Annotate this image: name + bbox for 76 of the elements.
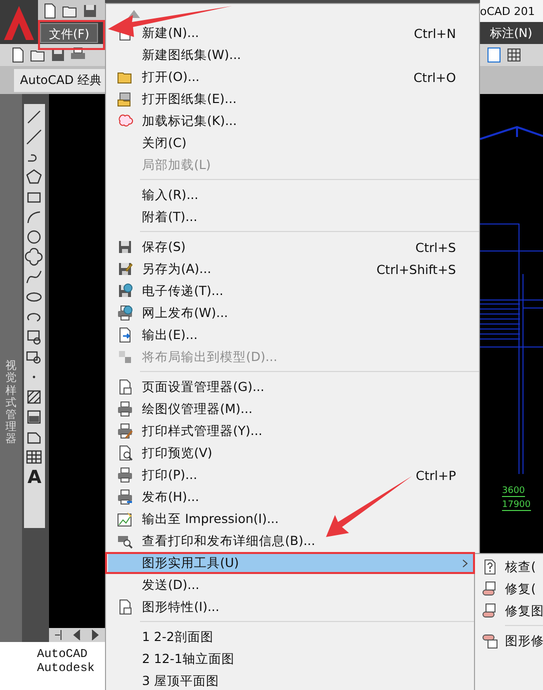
cloud-tool-icon[interactable] — [25, 248, 44, 266]
menu-item[interactable]: 打开图纸集(E)... — [108, 88, 474, 110]
dimension-label: 3600 — [502, 486, 525, 497]
palette-title: 视觉样式管理器 — [5, 360, 16, 445]
menu-item[interactable]: 打印预览(V) — [108, 442, 474, 464]
menu-item[interactable]: 发布(H)... — [108, 486, 474, 508]
menu-item[interactable]: 电子传递(T)... — [108, 280, 474, 302]
new-file-icon[interactable] — [42, 3, 58, 19]
question-icon — [482, 559, 498, 575]
properties-icon[interactable] — [486, 47, 502, 63]
command-line: Autodesk — [37, 661, 96, 675]
printer-globe-icon — [117, 305, 133, 321]
menu-item[interactable]: 打开(O)... Ctrl+O — [108, 66, 474, 88]
repair-list-icon — [482, 633, 498, 649]
menu-item[interactable]: 关闭(C) — [108, 132, 474, 154]
menu-item[interactable]: 修复( — [475, 578, 543, 600]
printer-arrow-icon — [117, 489, 133, 505]
menu-item[interactable]: 页面设置管理器(G)... — [108, 376, 474, 398]
dimension-label: 17900 — [502, 500, 531, 511]
page-list-icon — [117, 599, 133, 615]
disk-globe-icon — [117, 283, 133, 299]
menu-title[interactable]: 文件(F) — [40, 23, 98, 43]
printer-icon — [117, 401, 133, 417]
menu-item[interactable]: 修复图 — [475, 600, 543, 622]
menu-item[interactable]: 打印样式管理器(Y)... — [108, 420, 474, 442]
repair-icon — [482, 603, 498, 619]
new-file-icon[interactable] — [10, 47, 26, 63]
chevron-icon — [462, 558, 468, 568]
spline-tool-icon[interactable] — [25, 268, 44, 286]
text-tool[interactable]: A — [28, 468, 42, 488]
menu-item[interactable]: 绘图仪管理器(M)... — [108, 398, 474, 420]
window-title: oCAD 201 — [480, 0, 543, 22]
command-line: AutoCAD — [37, 647, 88, 661]
printer-magnifier-icon — [117, 533, 133, 549]
menu-item[interactable]: 新建图纸集(W)... — [108, 44, 474, 66]
block-tool-icon[interactable] — [25, 328, 44, 346]
menu-item[interactable]: 发送(D)... — [108, 574, 474, 596]
menu-item[interactable]: 输出(E)... — [108, 324, 474, 346]
menu-item[interactable]: 附着(T)... — [108, 206, 474, 228]
save-icon[interactable] — [50, 47, 66, 63]
sheets-icon — [117, 91, 133, 107]
menu-item[interactable]: 输出至 Impression(I)... — [108, 508, 474, 530]
page-magnifier-icon — [117, 445, 133, 461]
menu-item[interactable]: 图形特性(I)... — [108, 596, 474, 618]
menu-item[interactable]: 2 12-1轴立面图 — [108, 648, 474, 670]
diagonal-line-tool-icon[interactable] — [25, 128, 44, 146]
menu-item[interactable]: 3 屋顶平面图 — [108, 670, 474, 690]
menu-item[interactable]: 查看打印和发布详细信息(B)... — [108, 530, 474, 552]
workspace-toolbar — [480, 66, 543, 94]
gradient-tool-icon[interactable] — [25, 408, 44, 426]
hatch-tool-icon[interactable] — [25, 388, 44, 406]
workspace-selector[interactable]: AutoCAD 经典 — [14, 68, 108, 92]
menu-item[interactable]: 保存(S) Ctrl+S — [108, 236, 474, 258]
highlight-frame — [38, 20, 105, 50]
line-tool-icon[interactable] — [25, 108, 44, 126]
disk-pencil-icon — [117, 261, 133, 277]
markup-icon — [117, 113, 133, 129]
repair-icon — [482, 581, 498, 597]
save-icon[interactable] — [82, 3, 98, 19]
chart-icon — [117, 511, 133, 527]
page-list-icon — [117, 379, 133, 395]
grid-icon[interactable] — [506, 47, 522, 63]
menu-item[interactable]: 核查( — [475, 556, 543, 578]
table-tool-icon[interactable] — [25, 448, 44, 466]
layout-icon — [117, 349, 133, 365]
circle-tool-icon[interactable] — [25, 228, 44, 246]
printer-brush-icon — [117, 423, 133, 439]
menu-item[interactable]: 另存为(A)... Ctrl+Shift+S — [108, 258, 474, 280]
pentagon-tool-icon[interactable] — [25, 168, 44, 186]
menu-item[interactable]: 1 2-2剖面图 — [108, 626, 474, 648]
menu-item[interactable]: 加载标记集(K)... — [108, 110, 474, 132]
page-arrow-icon — [117, 327, 133, 343]
menu-item[interactable]: 网上发布(W)... — [108, 302, 474, 324]
menu-item[interactable]: 输入(R)... — [108, 184, 474, 206]
menu-item[interactable]: 打印(P)... Ctrl+P — [108, 464, 474, 486]
printer-icon — [117, 467, 133, 483]
